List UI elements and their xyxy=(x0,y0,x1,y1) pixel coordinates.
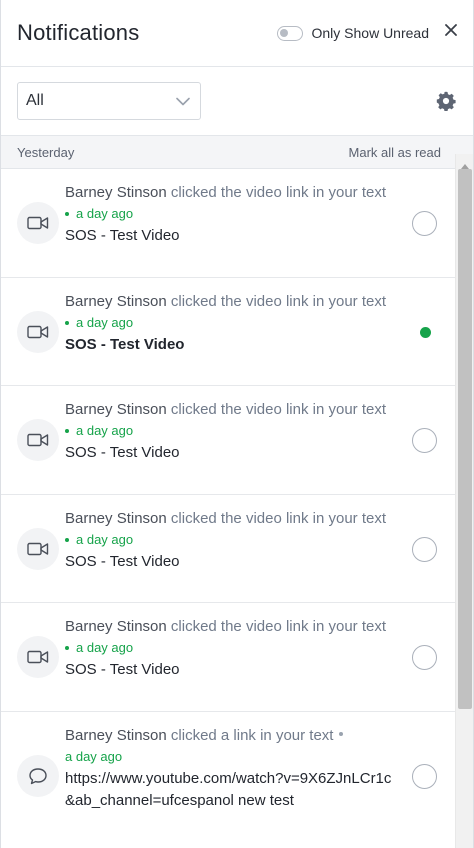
notification-action: clicked the video link in your text xyxy=(166,618,387,635)
time-dot xyxy=(65,429,69,433)
filter-select[interactable]: All xyxy=(17,82,201,120)
notification-action: clicked the video link in your text xyxy=(166,509,387,527)
notification-action: clicked the video link in your text xyxy=(166,292,387,310)
video-camera-icon xyxy=(17,419,59,461)
notification-list: Barney Stinson clicked the video link in… xyxy=(1,169,455,848)
time-dot xyxy=(65,537,69,542)
separator-dot xyxy=(339,732,344,737)
notification-subject: SOS - Test Video xyxy=(65,444,180,461)
toggle-knob xyxy=(280,28,289,37)
notification-time: a day ago xyxy=(65,313,395,333)
notification-item[interactable]: Barney Stinson clicked the video link in… xyxy=(1,169,455,278)
scrollbar[interactable] xyxy=(455,154,473,848)
notification-time-text: a day ago xyxy=(76,640,134,655)
notification-content: Barney Stinson clicked a link in your te… xyxy=(65,725,395,812)
notification-item[interactable]: Barney Stinson clicked the video link in… xyxy=(1,278,455,386)
notification-time-text: a day ago xyxy=(76,314,134,330)
section-label: Yesterday xyxy=(17,144,75,160)
notification-action: clicked the video link in your text xyxy=(166,401,387,418)
notification-time-text: a day ago xyxy=(76,206,134,221)
notification-subject: SOS - Test Video xyxy=(65,227,180,244)
notification-content: Barney Stinson clicked the video link in… xyxy=(65,291,395,356)
notification-text: Barney Stinson clicked the video link in… xyxy=(65,508,395,530)
video-camera-icon xyxy=(17,636,59,678)
scroll-up-arrow-icon[interactable] xyxy=(456,154,473,169)
notification-text: Barney Stinson clicked a link in your te… xyxy=(65,725,395,747)
notification-text: Barney Stinson clicked the video link in… xyxy=(65,616,395,638)
unread-indicator-dot[interactable] xyxy=(420,326,431,338)
notification-subject: SOS - Test Video xyxy=(65,335,185,353)
notification-time: a day ago xyxy=(65,204,395,224)
scrollbar-thumb[interactable] xyxy=(458,169,472,709)
notification-actor: Barney Stinson xyxy=(65,726,167,744)
notification-time: a day ago xyxy=(65,638,395,658)
notification-action: clicked the video link in your text xyxy=(166,184,387,201)
notification-subject: SOS - Test Video xyxy=(65,552,180,570)
notification-content: Barney Stinson clicked the video link in… xyxy=(65,508,395,573)
notification-time-text: a day ago xyxy=(76,531,134,547)
notification-item[interactable]: Barney Stinson clicked the video link in… xyxy=(1,603,455,712)
notification-actor: Barney Stinson xyxy=(65,292,167,310)
mark-read-circle[interactable] xyxy=(412,536,437,562)
close-icon[interactable] xyxy=(443,22,459,38)
mark-read-circle[interactable] xyxy=(412,428,437,453)
notification-content: Barney Stinson clicked the video link in… xyxy=(65,182,395,247)
mark-read-circle[interactable] xyxy=(412,211,437,236)
filter-bar: All xyxy=(1,67,473,135)
chat-bubble-icon xyxy=(17,754,59,797)
notification-time-text: a day ago xyxy=(65,748,123,764)
notification-item[interactable]: Barney Stinson clicked the video link in… xyxy=(1,495,455,603)
notification-actor: Barney Stinson xyxy=(65,618,167,635)
notification-time-text: a day ago xyxy=(76,423,134,438)
notification-item[interactable]: Barney Stinson clicked a link in your te… xyxy=(1,712,455,848)
notification-content: Barney Stinson clicked the video link in… xyxy=(65,399,395,464)
only-unread-toggle[interactable] xyxy=(277,25,304,41)
panel-title: Notifications xyxy=(17,20,140,45)
time-dot xyxy=(65,212,69,216)
notification-item[interactable]: Barney Stinson clicked the video link in… xyxy=(1,386,455,495)
notification-actor: Barney Stinson xyxy=(65,509,167,527)
time-dot xyxy=(65,646,69,650)
mark-read-circle[interactable] xyxy=(412,763,437,789)
notification-action: clicked a link in your text xyxy=(166,726,334,744)
panel-header: Notifications Only Show Unread xyxy=(1,0,473,67)
section-header: Yesterday Mark all as read xyxy=(1,135,473,169)
notification-text: Barney Stinson clicked the video link in… xyxy=(65,291,395,313)
video-camera-icon xyxy=(17,310,59,353)
filter-select-value: All xyxy=(26,92,44,109)
notification-text: Barney Stinson clicked the video link in… xyxy=(65,399,395,421)
notification-time: a day ago xyxy=(65,530,395,550)
mark-read-circle[interactable] xyxy=(412,645,437,670)
notification-time: a day ago xyxy=(65,747,395,767)
notifications-panel: Notifications Only Show Unread All Yeste… xyxy=(0,0,474,848)
mark-all-read-link[interactable]: Mark all as read xyxy=(349,145,441,160)
notification-subject: https://www.youtube.com/watch?v=9X6ZJnLC… xyxy=(65,769,392,809)
notification-actor: Barney Stinson xyxy=(65,401,167,418)
notification-time: a day ago xyxy=(65,421,395,441)
notification-subject: SOS - Test Video xyxy=(65,661,180,678)
notification-text: Barney Stinson clicked the video link in… xyxy=(65,182,395,204)
video-camera-icon xyxy=(17,202,59,244)
time-dot xyxy=(65,320,69,325)
settings-gear-icon[interactable] xyxy=(435,90,457,112)
notification-actor: Barney Stinson xyxy=(65,184,167,201)
notification-content: Barney Stinson clicked the video link in… xyxy=(65,616,395,681)
chevron-down-icon xyxy=(176,97,190,106)
video-camera-icon xyxy=(17,527,59,570)
header-controls: Only Show Unread xyxy=(277,22,459,41)
only-unread-label[interactable]: Only Show Unread xyxy=(311,25,429,41)
